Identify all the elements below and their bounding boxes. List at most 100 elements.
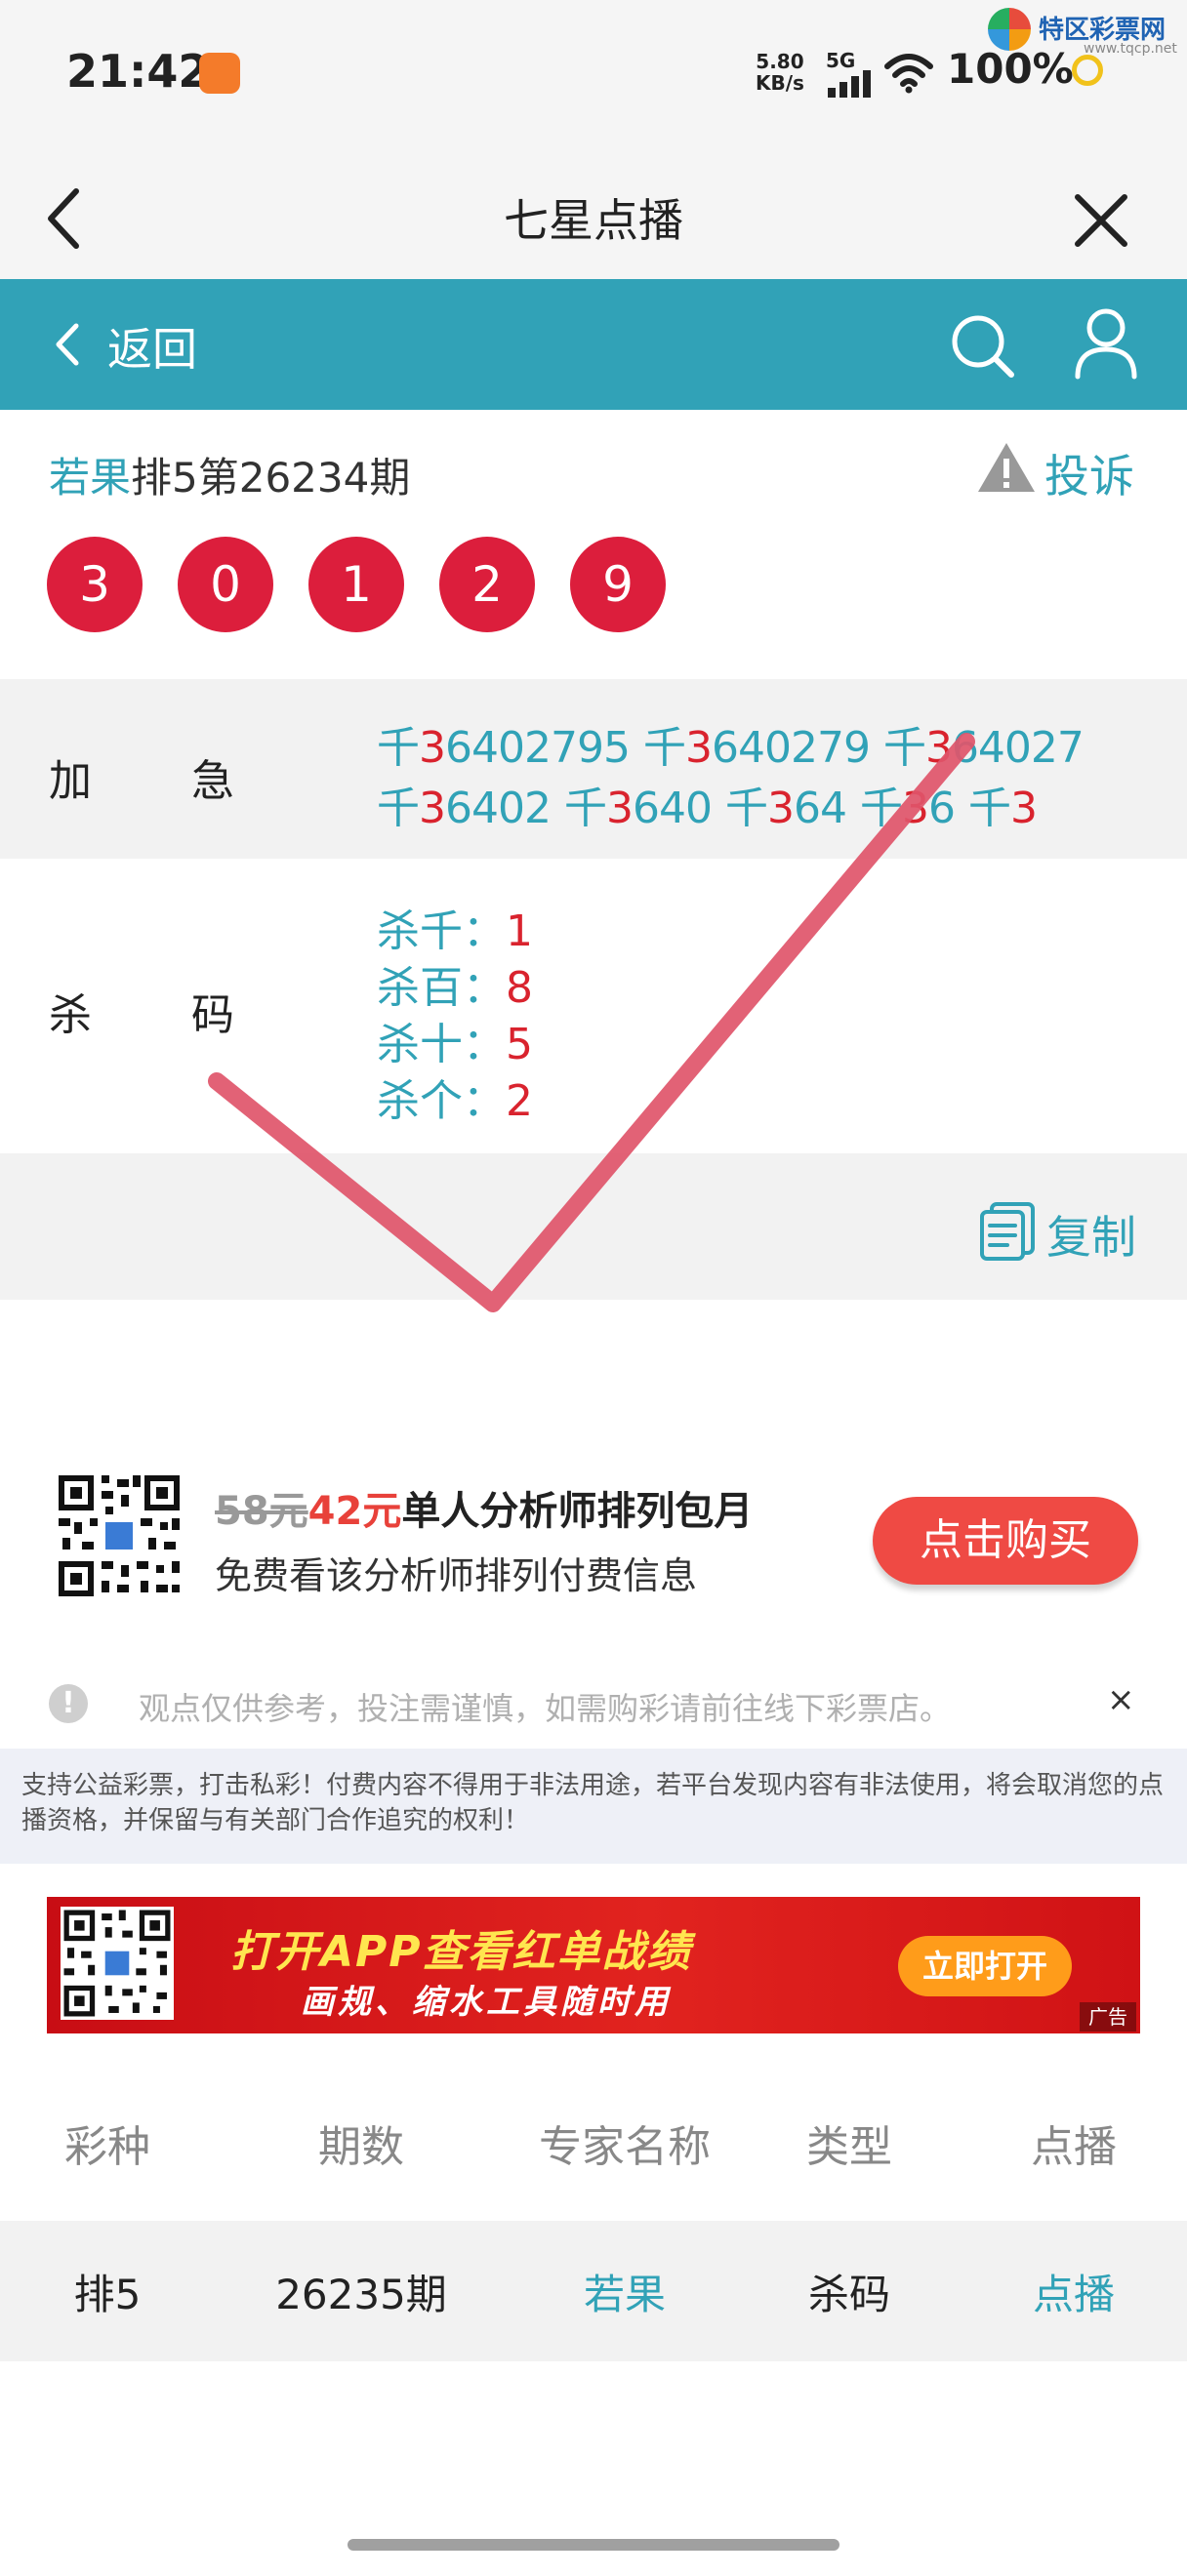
table-header-expert: 专家名称	[539, 2122, 711, 2172]
jiaji-token-digit: 3	[605, 784, 634, 833]
jiaji-token-rest: 640279	[711, 723, 871, 773]
table-header-type: 类型	[806, 2122, 892, 2172]
draw-ball: 1	[308, 537, 404, 632]
search-icon[interactable]	[947, 310, 1017, 381]
ad-tag: 广告	[1080, 2002, 1136, 2032]
table-header-period: 期数	[318, 2122, 404, 2172]
draw-ball: 0	[178, 537, 273, 632]
banner-title: 打开APP查看红单战绩	[230, 1927, 692, 1977]
jiaji-token-prefix: 千	[377, 784, 420, 833]
jiaji-token-prefix: 千	[377, 723, 420, 773]
wifi-icon	[884, 54, 933, 94]
banner-qr-code	[61, 1907, 174, 2020]
promo-old-price: 58元	[215, 1489, 308, 1534]
shama-item: 杀百：8	[377, 952, 533, 1015]
table-cell-type: 杀码	[807, 2271, 890, 2318]
shama-item: 杀个：2	[377, 1066, 533, 1128]
network-speed-unit: KB/s	[756, 71, 804, 95]
jiaji-token-digit: 3	[901, 784, 929, 833]
jiaji-token-rest: 6402	[445, 784, 552, 833]
home-indicator[interactable]	[348, 2539, 839, 2551]
shama-item: 杀千：1	[377, 896, 533, 958]
notice-text: 观点仅供参考，投注需谨慎，如需购彩请前往线下彩票店。	[139, 1690, 952, 1727]
watermark-logo-icon	[988, 8, 1031, 51]
jiaji-token-prefix: 千	[563, 784, 607, 833]
copy-icon[interactable]	[978, 1200, 1037, 1263]
banner-subtitle: 画规、缩水工具随时用	[301, 1983, 672, 2022]
shama-item-value: 2	[506, 1076, 533, 1126]
network-speed-value: 5.80	[756, 50, 804, 73]
banner-open-button[interactable]: 立即打开	[898, 1936, 1072, 1996]
signal-type: 5G	[826, 49, 856, 72]
jiaji-token-prefix: 千	[967, 784, 1011, 833]
draw-ball: 9	[570, 537, 666, 632]
jiaji-token-rest: 6	[927, 784, 956, 833]
shama-item: 杀十：5	[377, 1009, 533, 1071]
shama-item-label: 杀十：	[377, 1020, 506, 1069]
shama-item-value: 5	[506, 1020, 533, 1069]
jiaji-token: 千3640	[563, 784, 713, 833]
jiaji-token: 千3640279	[642, 723, 871, 773]
jiaji-token: 千364	[724, 784, 847, 833]
report-button[interactable]: 投诉	[1044, 441, 1134, 505]
network-speed: 5.80 KB/s	[756, 51, 804, 94]
table-cell-lottery: 排5	[73, 2271, 142, 2318]
jiaji-label-right: 急	[191, 756, 234, 806]
jiaji-token-rest: 640	[632, 784, 713, 833]
jiaji-token: 千36402	[377, 784, 552, 833]
promo-subtitle: 免费看该分析师排列付费信息	[215, 1554, 698, 1597]
shama-item-value: 8	[506, 963, 533, 1013]
draw-ball: 2	[439, 537, 535, 632]
status-time: 21:42	[66, 45, 210, 98]
shama-item-label: 杀个：	[377, 1076, 506, 1126]
nav-back-icon[interactable]	[53, 322, 80, 367]
jiaji-label-left: 加	[49, 756, 92, 806]
shama-label-right: 码	[191, 990, 234, 1040]
table-header-play: 点播	[1031, 2122, 1117, 2172]
jiaji-token-prefix: 千	[882, 723, 926, 773]
shama-row	[0, 859, 1187, 1153]
copy-button[interactable]: 复制	[1046, 1202, 1136, 1267]
jiaji-token-rest: 6402795	[445, 723, 631, 773]
shama-item-label: 杀千：	[377, 906, 506, 956]
jiaji-token-digit: 3	[1009, 784, 1038, 833]
jiaji-token: 千364027	[882, 723, 1085, 773]
issue-period: 排5第26234期	[131, 454, 411, 502]
jiaji-token-rest: 64027	[951, 723, 1085, 773]
battery-level: 100%	[947, 45, 1074, 93]
page-title: 七星点播	[504, 194, 683, 247]
issue-title: 若果排5第26234期	[49, 445, 410, 504]
nav-back-button[interactable]: 返回	[107, 314, 197, 379]
jiaji-line-2: 千36402 千3640 千364 千36 千3	[377, 773, 1038, 835]
close-icon[interactable]	[1074, 193, 1128, 248]
app-notification-icon	[199, 53, 240, 94]
jiaji-token-rest: 64	[793, 784, 847, 833]
jiaji-token-digit: 3	[766, 784, 795, 833]
table-cell-play-link[interactable]: 点播	[996, 2262, 1152, 2321]
draw-ball: 3	[47, 537, 143, 632]
shama-item-value: 1	[506, 906, 533, 956]
promo-qr-code	[55, 1471, 184, 1600]
jiaji-token-digit: 3	[419, 784, 446, 833]
info-icon: !	[49, 1684, 88, 1723]
table-header-lottery: 彩种	[64, 2122, 150, 2172]
buy-button[interactable]: 点击购买	[873, 1497, 1138, 1585]
notice-close-button[interactable]: ×	[1107, 1680, 1135, 1719]
promo-new-price: 42元	[307, 1489, 402, 1534]
jiaji-token-prefix: 千	[859, 784, 903, 833]
user-icon[interactable]	[1072, 306, 1140, 381]
jiaji-token-prefix: 千	[642, 723, 686, 773]
jiaji-token-digit: 3	[684, 723, 713, 773]
jiaji-token-digit: 3	[924, 723, 953, 773]
table-cell-period: 26235期	[275, 2271, 447, 2318]
jiaji-token-prefix: 千	[724, 784, 768, 833]
expert-name-link[interactable]: 若果	[49, 454, 131, 502]
jiaji-token: 千36	[859, 784, 956, 833]
watermark-url: www.tqcp.net	[1084, 41, 1177, 57]
warning-icon[interactable]	[976, 441, 1037, 494]
jiaji-token: 千3	[967, 784, 1038, 833]
shama-label-left: 杀	[49, 990, 92, 1040]
table-cell-expert-link[interactable]: 若果	[508, 2262, 742, 2321]
jiaji-line-1: 千36402795 千3640279 千364027	[377, 712, 1085, 775]
promo-product-name: 单人分析师排列包月	[401, 1489, 754, 1534]
